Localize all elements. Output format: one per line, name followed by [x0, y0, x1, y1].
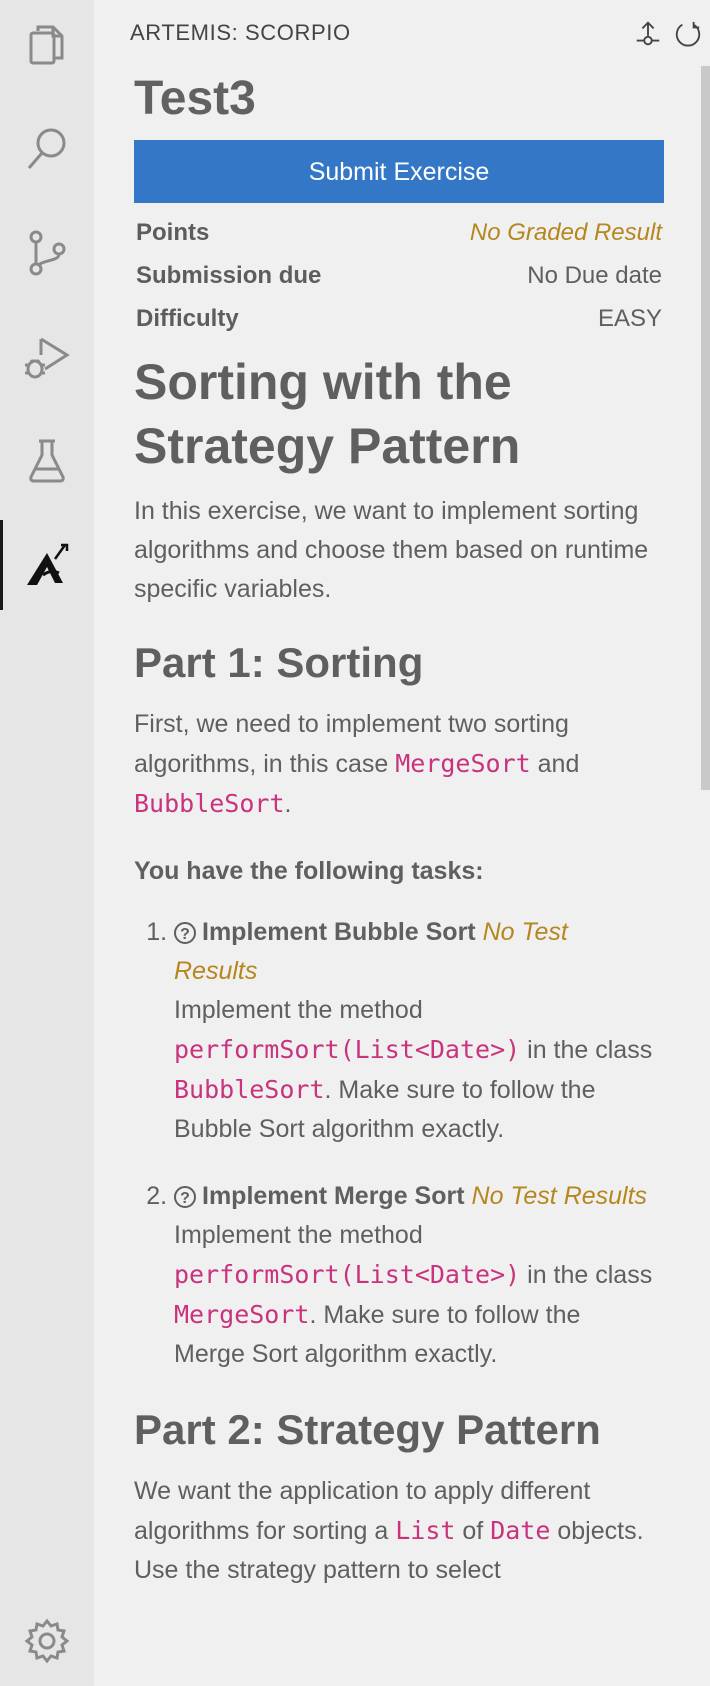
task-item: ?Implement Merge Sort No Test Results Im…: [174, 1177, 657, 1374]
points-label: Points: [136, 218, 210, 246]
code-class: MergeSort: [174, 1300, 310, 1329]
submit-exercise-button[interactable]: Submit Exercise: [134, 140, 664, 203]
problem-heading: Sorting with the Strategy Pattern: [134, 354, 521, 474]
search-button[interactable]: [0, 104, 94, 194]
submission-due-label: Submission due: [136, 261, 322, 289]
code-bubblesort: BubbleSort: [134, 789, 285, 818]
part2-text: We want the application to apply differe…: [134, 1477, 644, 1584]
task-status[interactable]: No Test Results: [472, 1182, 648, 1210]
question-circle-icon[interactable]: ?: [174, 1186, 196, 1209]
artemis-panel: ARTEMIS: SCORPIO Test3 Submit Exercise P…: [94, 0, 710, 1686]
code-date: Date: [490, 1516, 551, 1545]
upload-button[interactable]: [628, 14, 668, 54]
panel-header: ARTEMIS: SCORPIO: [94, 0, 710, 66]
part1-heading: Part 1: Sorting: [134, 639, 424, 686]
testing-button[interactable]: [0, 416, 94, 506]
code-mergesort: MergeSort: [395, 749, 531, 778]
task-name: Implement Merge Sort: [202, 1182, 465, 1210]
difficulty-label: Difficulty: [136, 304, 239, 332]
task-name: Implement Bubble Sort: [202, 918, 476, 946]
run-debug-button[interactable]: [0, 312, 94, 402]
explorer-button[interactable]: [0, 0, 94, 90]
source-control-icon: [29, 230, 66, 276]
exercise-info-table: Points No Graded Result Submission due N…: [134, 211, 664, 340]
search-icon: [27, 128, 66, 169]
exercise-title: Test3: [134, 72, 256, 125]
refresh-icon: [675, 21, 701, 47]
explorer-icon: [29, 25, 64, 65]
task-list: ? Implement Bubble Sort No Test Results I…: [134, 913, 657, 1374]
run-debug-icon: [25, 337, 70, 379]
settings-button[interactable]: [0, 1596, 94, 1686]
code-class: BubbleSort: [174, 1075, 325, 1104]
upload-icon: [636, 21, 660, 46]
refresh-button[interactable]: [668, 14, 708, 54]
difficulty-row: Difficulty EASY: [134, 297, 664, 340]
task-item: ?Implement Bubble Sort No Test Results I…: [174, 913, 657, 1149]
code-list: List: [395, 1516, 456, 1545]
artemis-button[interactable]: [0, 520, 94, 610]
artemis-icon: [27, 543, 69, 585]
panel-title: ARTEMIS: SCORPIO: [130, 20, 351, 45]
source-control-button[interactable]: [0, 208, 94, 298]
activity-bar: [0, 0, 94, 1686]
scrollbar[interactable]: [701, 66, 710, 790]
tasks-heading: You have the following tasks:: [134, 857, 484, 885]
difficulty-value: EASY: [597, 304, 662, 332]
points-row: Points No Graded Result: [134, 211, 664, 254]
submission-due-row: Submission due No Due date: [134, 254, 664, 297]
question-circle-icon[interactable]: ?: [174, 922, 196, 945]
problem-intro: In this exercise, we want to implement s…: [134, 497, 649, 603]
submission-due-value: No Due date: [527, 261, 662, 289]
code-method: performSort(List<Date>): [174, 1260, 521, 1289]
code-method: performSort(List<Date>): [174, 1035, 521, 1064]
part1-text: First, we need to implement two sorting …: [134, 710, 580, 818]
testing-icon: [29, 439, 65, 483]
settings-gear-icon: [24, 1618, 70, 1664]
points-value: No Graded Result: [469, 218, 662, 246]
exercise-content: Test3 Submit Exercise Points No Graded R…: [134, 66, 664, 1590]
part2-heading: Part 2: Strategy Pattern: [134, 1406, 601, 1453]
